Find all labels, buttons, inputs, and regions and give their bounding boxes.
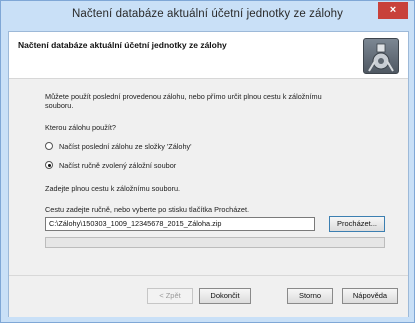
wizard-footer: < Zpět Dokončit Storno Nápověda: [9, 275, 408, 317]
radio-manual-file[interactable]: [45, 161, 53, 169]
intro-text-line1: Můžete použít poslední provedenou zálohu…: [45, 92, 322, 101]
radio-manual-file-label[interactable]: Načíst ručně zvolený záložní soubor: [59, 161, 176, 170]
close-icon: ×: [389, 4, 397, 16]
back-button[interactable]: < Zpět: [147, 288, 193, 304]
finish-button[interactable]: Dokončit: [199, 288, 251, 304]
path-hint: Cestu zadejte ručně, nebo vyberte po sti…: [45, 205, 250, 214]
radio-last-backup-label[interactable]: Načíst poslední zálohu ze složky 'Zálohy…: [59, 142, 192, 151]
close-button[interactable]: ×: [378, 2, 408, 19]
progress-bar: [45, 237, 385, 248]
browse-button[interactable]: Procházet...: [329, 216, 385, 232]
back-button-label: < Zpět: [159, 291, 181, 300]
wizard-header-title: Načtení databáze aktuální účetní jednotk…: [18, 40, 227, 50]
wizard-icon: [363, 38, 399, 74]
window-title: Načtení databáze aktuální účetní jednotk…: [71, 8, 344, 20]
help-button-label: Nápověda: [352, 291, 388, 300]
path-prompt: Zadejte plnou cestu k záložnímu souboru.: [45, 184, 181, 193]
help-button[interactable]: Nápověda: [342, 288, 398, 304]
title-bar[interactable]: Načtení databáze aktuální účetní jednotk…: [1, 1, 414, 31]
wizard-header: Načtení databáze aktuální účetní jednotk…: [9, 32, 408, 79]
wizard-body: Můžete použít poslední provedenou zálohu…: [9, 79, 408, 275]
browse-button-label: Procházet...: [336, 219, 378, 228]
dialog-window: Načtení databáze aktuální účetní jednotk…: [0, 0, 415, 323]
question-label: Kterou zálohu použít?: [45, 123, 116, 132]
backup-path-input[interactable]: [45, 217, 315, 231]
finish-button-label: Dokončit: [210, 291, 240, 300]
wizard-content: Načtení databáze aktuální účetní jednotk…: [8, 31, 409, 317]
radio-last-backup[interactable]: [45, 142, 53, 150]
cancel-button[interactable]: Storno: [287, 288, 333, 304]
intro-text-line2: souboru.: [45, 101, 74, 110]
cancel-button-label: Storno: [298, 291, 322, 300]
